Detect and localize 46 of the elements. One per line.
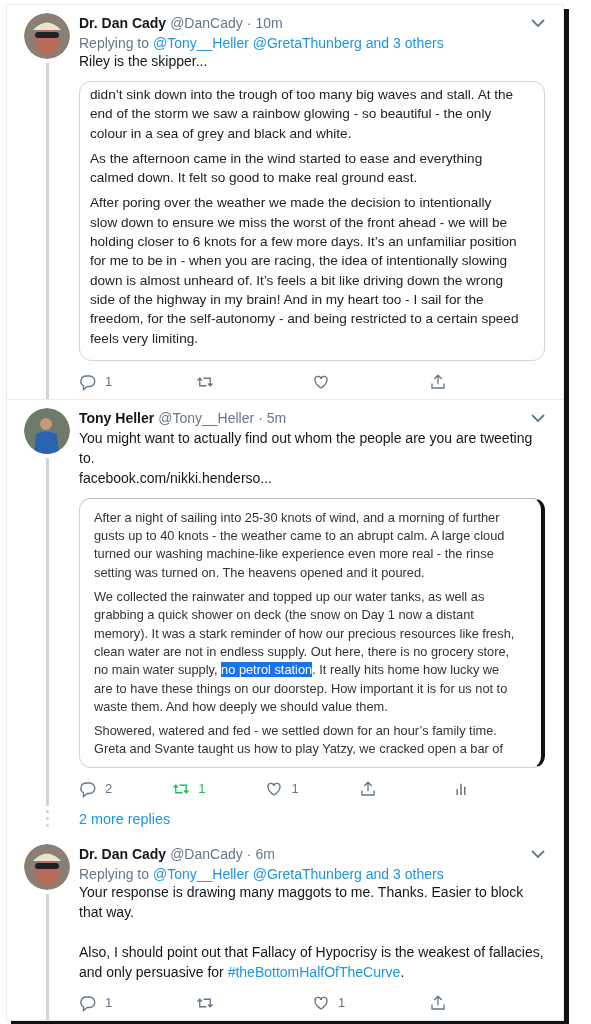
user-handle: @Tony__Heller (158, 409, 255, 426)
hashtag-link[interactable]: #theBottomHalfOfTheCurve (227, 963, 401, 980)
share-icon[interactable] (358, 779, 377, 798)
reply-icon[interactable] (79, 779, 97, 798)
action-count: 1 (105, 374, 113, 390)
embedded-text: As the afternoon came in the wind started to ease and everything calmed down. It felt so good to make real ground east. (90, 149, 484, 188)
avatar[interactable] (24, 843, 70, 890)
replying-label: Replying to (79, 35, 150, 51)
action-count: 1 (198, 781, 206, 797)
caret-icon[interactable] (531, 18, 545, 28)
separator-dot: · (246, 15, 252, 31)
share-icon[interactable] (428, 993, 447, 1012)
avatar[interactable] (24, 13, 70, 59)
embedded-text: After a night of sailing into 25-30 knots of wind, and a morning of further gusts up to 40 knots - the weather came to an abrupt calm. A large cloud turned our washing machine-like experience even more real - the rinse setting was turned on. The heavens opened and it poured. (94, 508, 506, 582)
share-icon[interactable] (428, 372, 447, 391)
embedded-text: didn’t sink down into the trough of too many big waves and stall. At the end of the storm we saw a rainbow glowing - so beautiful - the only colour in a sea of grey and black and white. (90, 86, 515, 143)
mention-link[interactable]: @Tony__Heller @GretaThunberg and 3 others (152, 865, 444, 882)
timestamp[interactable]: 5m (266, 409, 287, 426)
separator-dot: · (258, 409, 263, 426)
reply-icon[interactable] (79, 993, 97, 1012)
tweet-text: Your response is drawing many maggots to me. Thanks. Easier to block that way. (79, 882, 525, 922)
action-count: 1 (291, 781, 299, 797)
mention-link[interactable]: @Tony__Heller @GretaThunberg and 3 others (152, 35, 444, 51)
more-replies-link[interactable]: 2 more replies (79, 810, 171, 827)
user-handle: @DanCady (170, 845, 243, 862)
user-handle: @DanCady (170, 15, 243, 31)
tweet-text: You might want to actually find out whom the people are you are tweeting to. (79, 428, 534, 468)
replying-label: Replying to (79, 865, 150, 882)
user-name[interactable]: Dr. Dan Cady (79, 845, 167, 862)
action-count: 1 (338, 995, 346, 1011)
reply-icon[interactable] (79, 372, 97, 391)
user-name[interactable]: Dr. Dan Cady (79, 15, 167, 31)
tweet-text: Riley is the skipper... (79, 52, 209, 71)
embedded-text: We collected the rainwater and topped up our water tanks, as well as grabbing a quick shower on deck (the snow on Day 1 now a distant memory). It was a stark reminder of how our precious resources like fresh, clean water are not in endless supply. Out here, there is no grocery store, no main water supply, no petrol station. It really hits home how lucky we are to have these things on our doorstep. How important it is for us not to waste them. And how deeply we should value them. (94, 588, 516, 716)
action-count: 2 (105, 781, 113, 797)
caret-icon[interactable] (531, 848, 545, 859)
timestamp[interactable]: 6m (255, 845, 275, 862)
embedded-text: Showered, watered and fed - we settled down for an hour’s family time. Greta and Svante taught us how to play Yatzy, we cracked open a bar of (94, 722, 505, 759)
timestamp[interactable]: 10m (255, 15, 283, 31)
tweet-text: Also, I should point out that Fallacy of Hypocrisy is the weakest of fallacies, and only persuasive for #theBottomHalfOfTheCurve. (79, 942, 545, 982)
action-count: 1 (105, 995, 113, 1011)
caret-icon[interactable] (531, 412, 545, 423)
embedded-text: After poring over the weather we made the decision to intentionally slow down to ensure we miss the worst of the front ahead - we will be holding closer to 6 knots for a few more days. It’s an unfamiliar position for me to be in - when you are racing, the idea of intentionally slowing down is almost unheard of. It’s feels a bit like driving down the wrong side of the highway in my brain! And in my heart too - I sail for the freedom, for the self-autonomy - and being restricted to a certain speed feels very limiting. (90, 194, 520, 348)
link[interactable]: facebook.com/nikki.henderso... (79, 467, 545, 488)
user-name[interactable]: Tony Heller (79, 409, 155, 426)
separator-dot: · (246, 845, 252, 862)
